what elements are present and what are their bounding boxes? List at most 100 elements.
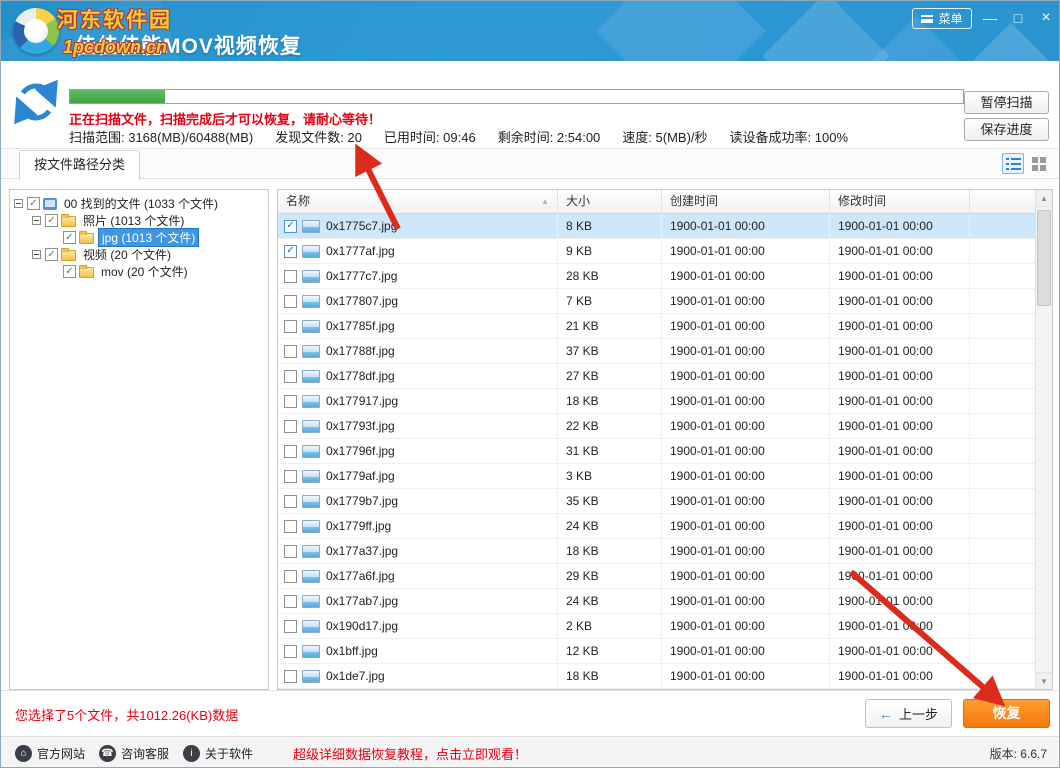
maximize-button[interactable]: □ <box>1005 7 1031 29</box>
file-created: 1900-01-01 00:00 <box>662 389 830 413</box>
row-checkbox[interactable] <box>284 320 297 333</box>
file-created: 1900-01-01 00:00 <box>662 439 830 463</box>
row-checkbox[interactable] <box>284 345 297 358</box>
table-row[interactable]: 0x177a6f.jpg 29 KB 1900-01-01 00:00 1900… <box>278 564 1037 589</box>
table-row[interactable]: 0x17796f.jpg 31 KB 1900-01-01 00:00 1900… <box>278 439 1037 464</box>
row-checkbox[interactable] <box>284 295 297 308</box>
vertical-scrollbar[interactable]: ▲ ▼ <box>1035 190 1052 689</box>
row-checkbox[interactable] <box>284 645 297 658</box>
tree-checkbox[interactable]: ✓ <box>27 197 40 210</box>
file-table-body: ✓ 0x1775c7.jpg 8 KB 1900-01-01 00:00 190… <box>278 214 1037 689</box>
table-row[interactable]: 0x177ab7.jpg 24 KB 1900-01-01 00:00 1900… <box>278 589 1037 614</box>
menu-icon <box>921 15 933 23</box>
file-name: 0x177a37.jpg <box>326 539 398 563</box>
tree-item[interactable]: ✓照片 (1013 个文件) <box>10 212 268 229</box>
table-row[interactable]: 0x177807.jpg 7 KB 1900-01-01 00:00 1900-… <box>278 289 1037 314</box>
file-created: 1900-01-01 00:00 <box>662 414 830 438</box>
tree-checkbox[interactable]: ✓ <box>45 214 58 227</box>
file-name: 0x177917.jpg <box>326 389 398 413</box>
tree-checkbox[interactable]: ✓ <box>45 248 58 261</box>
tutorial-promo-link[interactable]: 超级详细数据恢复教程，点击立即观看！ <box>293 744 527 763</box>
tree-checkbox[interactable]: ✓ <box>63 231 76 244</box>
minimize-button[interactable]: — <box>977 7 1003 29</box>
column-header-size[interactable]: 大小 <box>558 190 662 213</box>
row-filler <box>970 614 1037 638</box>
row-checkbox[interactable] <box>284 620 297 633</box>
table-row[interactable]: 0x1bff.jpg 12 KB 1900-01-01 00:00 1900-0… <box>278 639 1037 664</box>
table-row[interactable]: 0x1778df.jpg 27 KB 1900-01-01 00:00 1900… <box>278 364 1037 389</box>
row-checkbox[interactable] <box>284 420 297 433</box>
close-button[interactable]: × <box>1033 7 1059 29</box>
row-checkbox[interactable] <box>284 445 297 458</box>
table-row[interactable]: 0x190d17.jpg 2 KB 1900-01-01 00:00 1900-… <box>278 614 1037 639</box>
table-row[interactable]: 0x1777c7.jpg 28 KB 1900-01-01 00:00 1900… <box>278 264 1037 289</box>
column-header-name[interactable]: 名称 ▲ <box>278 190 558 213</box>
scroll-up-button[interactable]: ▲ <box>1036 190 1052 207</box>
row-checkbox[interactable] <box>284 495 297 508</box>
menu-button[interactable]: 菜单 <box>912 8 972 29</box>
scroll-down-button[interactable]: ▼ <box>1036 672 1052 689</box>
image-file-icon <box>302 470 320 483</box>
table-row[interactable]: 0x1779af.jpg 3 KB 1900-01-01 00:00 1900-… <box>278 464 1037 489</box>
scan-stat: 发现文件数: 20 <box>275 130 362 145</box>
file-created: 1900-01-01 00:00 <box>662 639 830 663</box>
file-created: 1900-01-01 00:00 <box>662 289 830 313</box>
row-checkbox[interactable] <box>284 520 297 533</box>
table-row[interactable]: 0x1de7.jpg 18 KB 1900-01-01 00:00 1900-0… <box>278 664 1037 689</box>
file-name: 0x1775c7.jpg <box>326 214 397 238</box>
table-row[interactable]: 0x17785f.jpg 21 KB 1900-01-01 00:00 1900… <box>278 314 1037 339</box>
scrollbar-thumb[interactable] <box>1037 210 1051 306</box>
table-row[interactable]: 0x17793f.jpg 22 KB 1900-01-01 00:00 1900… <box>278 414 1037 439</box>
row-checkbox[interactable]: ✓ <box>284 245 297 258</box>
row-checkbox[interactable] <box>284 670 297 683</box>
row-filler <box>970 639 1037 663</box>
row-checkbox[interactable]: ✓ <box>284 220 297 233</box>
column-header-modified[interactable]: 修改时间 <box>830 190 970 213</box>
pause-scan-button[interactable]: 暂停扫描 <box>964 91 1049 114</box>
tree-item[interactable]: ✓视频 (20 个文件) <box>10 246 268 263</box>
row-filler <box>970 339 1037 363</box>
row-checkbox[interactable] <box>284 595 297 608</box>
tree-expander-icon[interactable] <box>14 199 23 208</box>
tree-checkbox[interactable]: ✓ <box>63 265 76 278</box>
tree-item[interactable]: ✓mov (20 个文件) <box>10 263 268 280</box>
row-checkbox[interactable] <box>284 370 297 383</box>
about-software-link[interactable]: i 关于软件 <box>183 745 253 762</box>
file-size: 24 KB <box>558 589 662 613</box>
previous-step-button[interactable]: ← 上一步 <box>865 699 952 728</box>
row-filler <box>970 514 1037 538</box>
tab-file-path-category[interactable]: 按文件路径分类 <box>19 150 140 180</box>
column-header-created[interactable]: 创建时间 <box>662 190 830 213</box>
table-row[interactable]: ✓ 0x1775c7.jpg 8 KB 1900-01-01 00:00 190… <box>278 214 1037 239</box>
row-checkbox[interactable] <box>284 545 297 558</box>
row-checkbox[interactable] <box>284 570 297 583</box>
table-row[interactable]: 0x177a37.jpg 18 KB 1900-01-01 00:00 1900… <box>278 539 1037 564</box>
table-row[interactable]: 0x1779ff.jpg 24 KB 1900-01-01 00:00 1900… <box>278 514 1037 539</box>
table-row[interactable]: 0x17788f.jpg 37 KB 1900-01-01 00:00 1900… <box>278 339 1037 364</box>
file-name: 0x17793f.jpg <box>326 414 395 438</box>
save-progress-button[interactable]: 保存进度 <box>964 118 1049 141</box>
table-row[interactable]: 0x177917.jpg 18 KB 1900-01-01 00:00 1900… <box>278 389 1037 414</box>
file-modified: 1900-01-01 00:00 <box>830 514 970 538</box>
row-checkbox[interactable] <box>284 270 297 283</box>
scan-stat: 已用时间: 09:46 <box>384 130 476 145</box>
tree-item[interactable]: ✓jpg (1013 个文件) <box>10 229 268 246</box>
grid-view-button[interactable] <box>1028 153 1050 174</box>
customer-service-link[interactable]: ☎ 咨询客服 <box>99 745 169 762</box>
official-website-link[interactable]: ⌂ 官方网站 <box>15 745 85 762</box>
tree-expander-icon[interactable] <box>32 216 41 225</box>
row-filler <box>970 489 1037 513</box>
tree-expander-icon[interactable] <box>32 250 41 259</box>
table-row[interactable]: ✓ 0x1777af.jpg 9 KB 1900-01-01 00:00 190… <box>278 239 1037 264</box>
recover-button[interactable]: 恢复 <box>963 699 1050 728</box>
row-checkbox[interactable] <box>284 470 297 483</box>
table-row[interactable]: 0x1779b7.jpg 35 KB 1900-01-01 00:00 1900… <box>278 489 1037 514</box>
file-created: 1900-01-01 00:00 <box>662 614 830 638</box>
list-view-button[interactable] <box>1002 153 1024 174</box>
row-checkbox[interactable] <box>284 395 297 408</box>
row-filler <box>970 564 1037 588</box>
file-created: 1900-01-01 00:00 <box>662 539 830 563</box>
tree-item[interactable]: ✓00 找到的文件 (1033 个文件) <box>10 195 268 212</box>
folder-icon <box>61 216 76 227</box>
file-created: 1900-01-01 00:00 <box>662 589 830 613</box>
